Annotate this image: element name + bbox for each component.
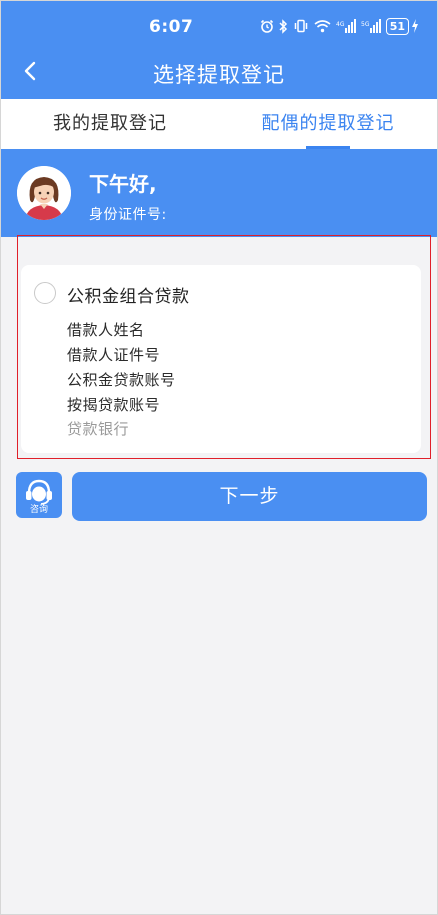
consult-button[interactable]: 咨询	[16, 472, 62, 518]
svg-text:4G: 4G	[336, 21, 345, 28]
greeting-panel: 下午好, 身份证件号:	[1, 149, 437, 237]
field-borrower-name: 借款人姓名	[67, 321, 145, 339]
wifi-icon	[314, 19, 331, 33]
loan-type-title: 公积金组合贷款	[67, 287, 190, 307]
vibrate-icon	[293, 19, 309, 33]
id-number-label: 身份证件号:	[89, 207, 167, 223]
bluetooth-icon	[279, 18, 288, 34]
status-time: 6:07	[149, 17, 194, 37]
screen: 6:07 4G 5G 51 选择提取登记 我的提取登记 配偶的提取登记 下午好,…	[0, 0, 438, 915]
tab-my-registration[interactable]: 我的提取登记	[1, 99, 219, 149]
field-borrower-id: 借款人证件号	[67, 346, 161, 364]
greeting-title: 下午好,	[89, 172, 157, 196]
tab-label: 我的提取登记	[53, 113, 167, 134]
avatar	[17, 166, 71, 220]
battery-level: 51	[385, 17, 409, 35]
tab-bar: 我的提取登记 配偶的提取登记	[1, 99, 437, 149]
field-mortgage-account: 按揭贷款账号	[67, 396, 161, 414]
status-bar: 6:07 4G 5G 51	[1, 1, 437, 47]
page-title: 选择提取登记	[153, 63, 285, 87]
field-fund-loan-account: 公积金贷款账号	[67, 371, 176, 389]
user-avatar-icon	[17, 166, 71, 220]
next-step-button[interactable]: 下一步	[72, 472, 427, 521]
charging-icon	[411, 19, 419, 33]
consult-label: 咨询	[29, 505, 48, 515]
field-loan-bank: 贷款银行	[67, 420, 130, 438]
tab-spouse-registration[interactable]: 配偶的提取登记	[219, 99, 437, 149]
signal-4g-icon: 4G	[336, 18, 356, 34]
alarm-icon	[260, 19, 274, 33]
svg-text:5G: 5G	[361, 21, 370, 28]
battery-indicator: 51	[385, 17, 419, 35]
app-header: 选择提取登记	[1, 51, 437, 95]
status-icons: 4G 5G 51	[260, 15, 419, 37]
loan-radio-button[interactable]	[34, 282, 56, 304]
signal-5g-icon: 5G	[361, 18, 381, 34]
tab-label: 配偶的提取登记	[261, 113, 395, 134]
loan-option-card[interactable]: 公积金组合贷款 借款人姓名 借款人证件号 公积金贷款账号 按揭贷款账号 贷款银行	[21, 265, 421, 453]
